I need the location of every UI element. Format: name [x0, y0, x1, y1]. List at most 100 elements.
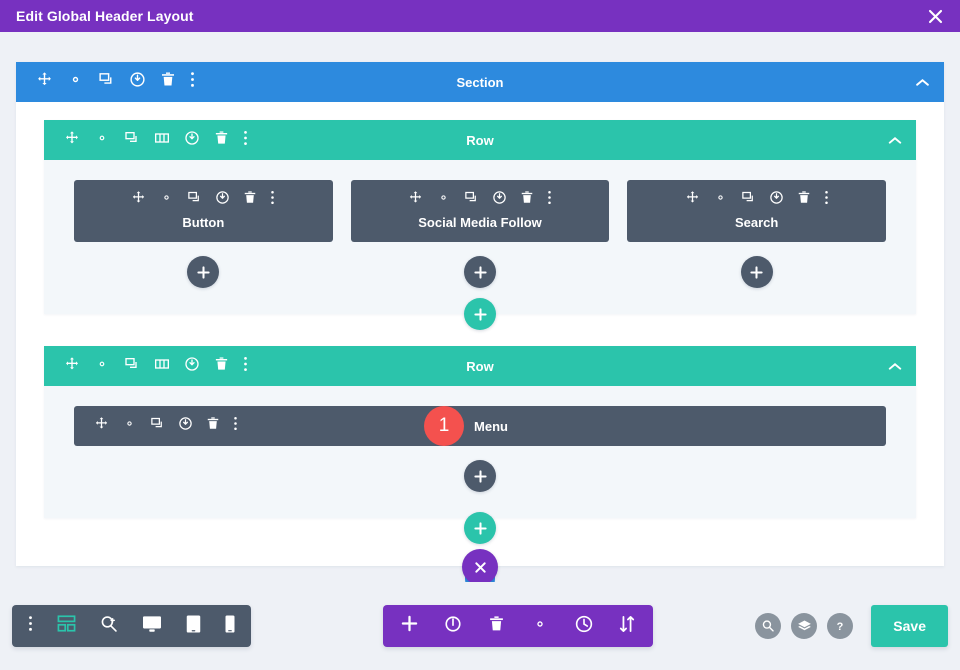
utility-buttons: ? Save — [755, 605, 948, 647]
add-module-button[interactable] — [187, 256, 220, 288]
trash-icon[interactable] — [488, 615, 505, 638]
chevron-up-icon[interactable] — [888, 362, 902, 371]
power-icon[interactable] — [184, 130, 200, 151]
ellipsis-vertical-icon[interactable] — [28, 615, 33, 637]
column: Search — [627, 180, 887, 288]
ellipsis-vertical-icon[interactable] — [243, 356, 248, 377]
trash-icon[interactable] — [214, 356, 229, 377]
columns-icon[interactable] — [154, 356, 170, 377]
save-button[interactable]: Save — [871, 605, 948, 647]
module-label: Social Media Follow — [418, 215, 542, 230]
duplicate-icon[interactable] — [98, 71, 115, 93]
ellipsis-vertical-icon[interactable] — [190, 71, 195, 93]
power-icon[interactable] — [178, 416, 193, 436]
zoom-out-icon[interactable] — [100, 615, 118, 638]
trash-icon[interactable] — [214, 130, 229, 151]
duplicate-icon[interactable] — [124, 130, 140, 151]
duplicate-icon[interactable] — [741, 190, 756, 210]
duplicate-icon[interactable] — [187, 190, 202, 210]
wireframe-icon[interactable] — [57, 615, 76, 637]
gear-icon[interactable] — [713, 190, 728, 210]
module-block[interactable]: Button — [74, 180, 333, 242]
duplicate-icon[interactable] — [124, 356, 140, 377]
section-block: Section Row Button Social Media Follow S… — [16, 62, 944, 566]
plus-icon[interactable] — [401, 615, 418, 637]
add-row-wrapper — [44, 298, 916, 330]
row-content: Button Social Media Follow Search — [44, 160, 916, 314]
move-icon[interactable] — [408, 190, 423, 210]
move-icon[interactable] — [64, 130, 80, 151]
ellipsis-vertical-icon[interactable] — [233, 416, 238, 436]
trash-icon[interactable] — [243, 190, 257, 210]
trash-icon[interactable] — [206, 416, 220, 436]
sort-arrows-icon[interactable] — [619, 615, 635, 638]
module-block[interactable]: Social Media Follow — [350, 180, 610, 242]
row-content: 1 Menu — [44, 386, 916, 518]
builder-canvas: Section Row Button Social Media Follow S… — [0, 32, 960, 594]
page-title: Edit Global Header Layout — [16, 8, 194, 24]
layers-icon[interactable] — [791, 613, 818, 639]
duplicate-icon[interactable] — [464, 190, 479, 210]
zoom-out-icon[interactable] — [755, 613, 782, 639]
module-block[interactable]: Search — [627, 180, 887, 242]
ellipsis-vertical-icon[interactable] — [547, 190, 552, 210]
tablet-icon[interactable] — [186, 614, 201, 638]
module-tool-group — [94, 416, 238, 436]
section-tool-group — [36, 71, 195, 93]
gear-icon[interactable] — [531, 615, 549, 638]
add-row-button[interactable] — [464, 298, 496, 330]
ellipsis-vertical-icon[interactable] — [243, 130, 248, 151]
gear-icon[interactable] — [436, 190, 451, 210]
add-module-button[interactable] — [464, 256, 496, 288]
column-group: Button Social Media Follow Search — [74, 180, 887, 288]
power-icon[interactable] — [769, 190, 784, 210]
power-icon[interactable] — [129, 71, 146, 93]
move-icon[interactable] — [64, 356, 80, 377]
row-block: Row — [44, 120, 916, 314]
ellipsis-vertical-icon[interactable] — [270, 190, 275, 210]
close-section-button[interactable] — [462, 549, 498, 585]
add-module-button[interactable] — [740, 256, 773, 288]
view-mode-toolbar — [12, 605, 251, 647]
column: Social Media Follow — [350, 180, 610, 288]
status-badge: 1 — [424, 406, 465, 446]
move-icon[interactable] — [36, 71, 53, 93]
svg-text:?: ? — [837, 621, 844, 633]
duplicate-icon[interactable] — [150, 416, 165, 436]
gear-icon[interactable] — [94, 130, 110, 151]
move-icon[interactable] — [131, 190, 146, 210]
move-icon[interactable] — [685, 190, 700, 210]
module-block[interactable]: 1 Menu — [74, 406, 886, 446]
close-icon[interactable] — [924, 5, 946, 27]
add-module-wrapper — [464, 460, 496, 492]
move-icon[interactable] — [94, 416, 109, 436]
phone-icon[interactable] — [225, 614, 235, 638]
add-module-button[interactable] — [464, 460, 496, 492]
history-icon[interactable] — [575, 615, 593, 638]
section-content: Row Button Social Media Follow Search Ro… — [16, 102, 944, 566]
power-icon[interactable] — [492, 190, 507, 210]
window-titlebar: Edit Global Header Layout — [0, 0, 960, 32]
gear-icon[interactable] — [94, 356, 110, 377]
gear-icon[interactable] — [67, 71, 84, 93]
add-row-wrapper-bottom — [44, 512, 916, 544]
chevron-up-icon[interactable] — [888, 136, 902, 145]
power-icon[interactable] — [215, 190, 230, 210]
trash-icon[interactable] — [797, 190, 811, 210]
desktop-icon[interactable] — [142, 615, 162, 638]
module-label: Menu — [474, 418, 508, 434]
trash-icon[interactable] — [520, 190, 534, 210]
power-icon[interactable] — [444, 615, 462, 638]
gear-icon[interactable] — [122, 416, 137, 436]
row-block: Row — [44, 346, 916, 518]
gear-icon[interactable] — [159, 190, 174, 210]
power-icon[interactable] — [184, 356, 200, 377]
chevron-up-icon[interactable] — [915, 78, 930, 87]
trash-icon[interactable] — [160, 71, 176, 93]
columns-icon[interactable] — [154, 130, 170, 151]
question-icon[interactable]: ? — [827, 613, 854, 639]
add-module-wrapper — [464, 256, 496, 288]
ellipsis-vertical-icon[interactable] — [824, 190, 829, 210]
add-row-button[interactable] — [464, 512, 496, 544]
module-tool-group — [408, 190, 552, 210]
